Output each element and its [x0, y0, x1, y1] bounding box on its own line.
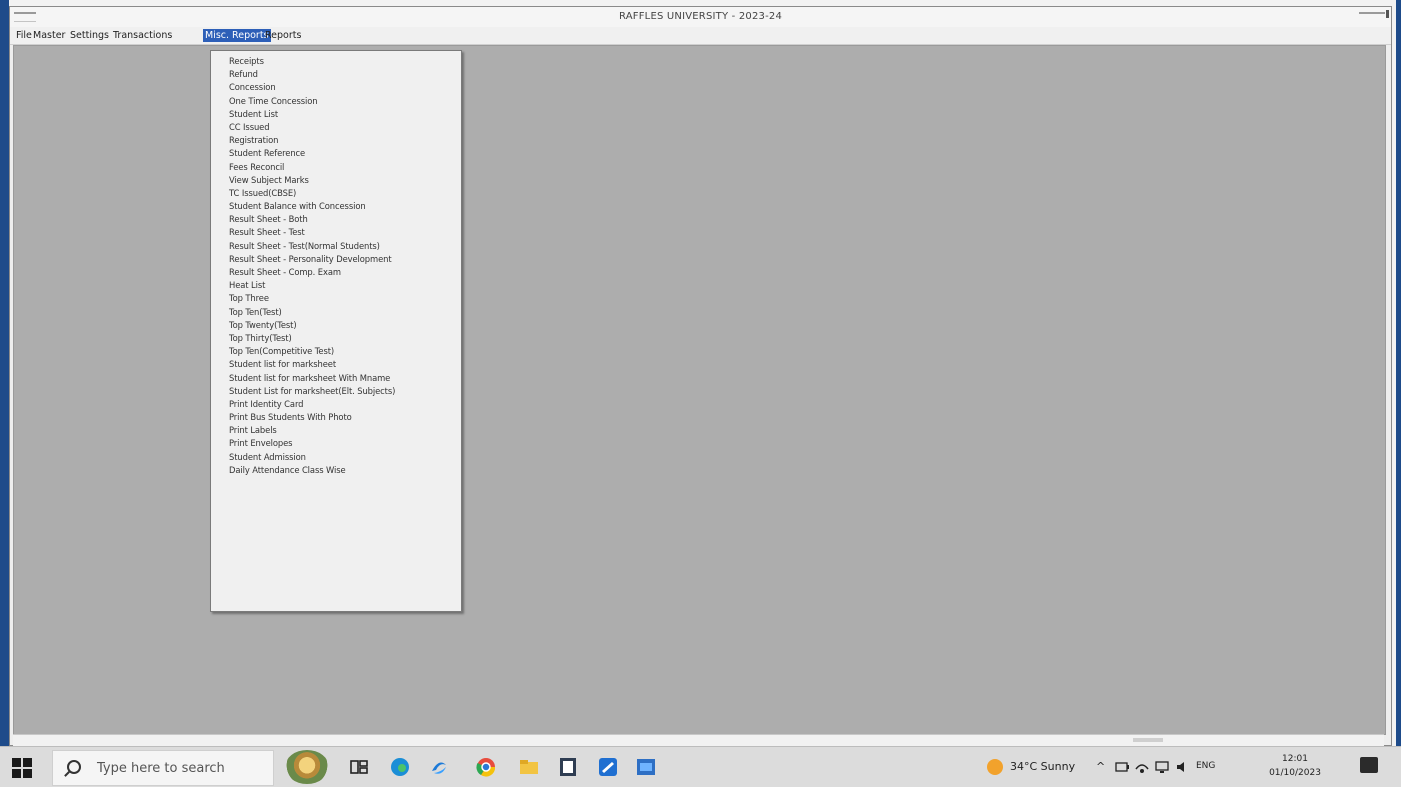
language-indicator[interactable]: ENG — [1196, 761, 1215, 771]
menu-item-print-identity-card[interactable]: Print Identity Card — [211, 398, 461, 411]
search-placeholder: Type here to search — [97, 761, 225, 776]
scrollbar-thumb[interactable] — [1133, 738, 1163, 742]
battery-icon[interactable] — [1114, 759, 1130, 775]
menu-item-registration[interactable]: Registration — [211, 134, 461, 147]
menu-item-result-sheet-comp[interactable]: Result Sheet - Comp. Exam — [211, 266, 461, 279]
menu-item-result-sheet-both[interactable]: Result Sheet - Both — [211, 213, 461, 226]
windows-start-icon[interactable] — [12, 758, 32, 778]
menu-item-view-subject-marks[interactable]: View Subject Marks — [211, 174, 461, 187]
menu-item-cc-issued[interactable]: CC Issued — [211, 121, 461, 134]
menu-item-print-bus-students[interactable]: Print Bus Students With Photo — [211, 411, 461, 424]
menu-item-refund[interactable]: Refund — [211, 68, 461, 81]
menu-item-one-time-concession[interactable]: One Time Concession — [211, 95, 461, 108]
weather-sun-icon[interactable] — [987, 759, 1003, 775]
menu-item-daily-attendance[interactable]: Daily Attendance Class Wise — [211, 464, 461, 477]
pen-app-icon[interactable] — [597, 756, 619, 778]
taskbar: Type here to search 34°C Sunny ^ ENG 12:… — [0, 746, 1401, 787]
menu-item-print-labels[interactable]: Print Labels — [211, 424, 461, 437]
menu-transactions[interactable]: Transactions — [111, 29, 174, 42]
search-icon — [67, 760, 81, 774]
desktop-edge-right — [1396, 0, 1401, 746]
running-app-icon[interactable] — [635, 756, 657, 778]
menu-item-top-twenty[interactable]: Top Twenty(Test) — [211, 319, 461, 332]
menu-bar: File Master Settings Transactions Misc. … — [10, 27, 1391, 45]
menu-settings[interactable]: Settings — [68, 29, 111, 42]
menu-item-student-admission[interactable]: Student Admission — [211, 451, 461, 464]
clock-date: 01/10/2023 — [1269, 768, 1321, 778]
menu-item-result-sheet-normal[interactable]: Result Sheet - Test(Normal Students) — [211, 240, 461, 253]
menu-item-student-list-marksheet-elt[interactable]: Student List for marksheet(Elt. Subjects… — [211, 385, 461, 398]
edge-browser-icon[interactable] — [389, 756, 411, 778]
system-clock[interactable]: 12:01 01/10/2023 — [1268, 752, 1322, 780]
search-highlight-icon[interactable] — [285, 750, 329, 784]
menu-item-tc-issued[interactable]: TC Issued(CBSE) — [211, 187, 461, 200]
menu-misc-reports[interactable]: Misc. Reports — [203, 29, 271, 42]
menu-item-student-reference[interactable]: Student Reference — [211, 147, 461, 160]
window-controls[interactable] — [1359, 10, 1389, 22]
menu-item-top-thirty[interactable]: Top Thirty(Test) — [211, 332, 461, 345]
taskbar-search-box[interactable]: Type here to search — [52, 750, 274, 786]
menu-item-top-three[interactable]: Top Three — [211, 292, 461, 305]
task-view-icon[interactable] — [348, 756, 370, 778]
document-app-icon[interactable] — [557, 756, 579, 778]
menu-item-student-balance[interactable]: Student Balance with Concession — [211, 200, 461, 213]
menu-item-receipts[interactable]: Receipts — [211, 55, 461, 68]
app-swirl-icon[interactable] — [428, 756, 450, 778]
menu-master[interactable]: Master — [31, 29, 67, 42]
file-explorer-icon[interactable] — [518, 756, 540, 778]
menu-item-fees-reconcil[interactable]: Fees Reconcil — [211, 161, 461, 174]
misc-reports-dropdown: Receipts Refund Concession One Time Conc… — [210, 50, 462, 612]
menu-item-concession[interactable]: Concession — [211, 81, 461, 94]
chevron-up-icon[interactable]: ^ — [1096, 760, 1105, 773]
menu-item-result-sheet-test[interactable]: Result Sheet - Test — [211, 226, 461, 239]
menu-item-result-sheet-personality[interactable]: Result Sheet - Personality Development — [211, 253, 461, 266]
chrome-icon[interactable] — [475, 756, 497, 778]
clock-time: 12:01 — [1282, 754, 1308, 764]
menu-item-top-ten[interactable]: Top Ten(Test) — [211, 306, 461, 319]
speaker-icon[interactable] — [1174, 759, 1190, 775]
weather-text[interactable]: 34°C Sunny — [1010, 760, 1075, 773]
desktop-edge-left — [0, 0, 9, 746]
menu-item-student-list[interactable]: Student List — [211, 108, 461, 121]
network-icon[interactable] — [1134, 759, 1150, 775]
title-bar[interactable]: RAFFLES UNIVERSITY - 2023-24 — [10, 7, 1391, 27]
window-title: RAFFLES UNIVERSITY - 2023-24 — [618, 11, 783, 22]
menu-reports[interactable]: Reports — [263, 29, 303, 42]
menu-item-print-envelopes[interactable]: Print Envelopes — [211, 437, 461, 450]
menu-item-student-list-marksheet-mname[interactable]: Student list for marksheet With Mname — [211, 372, 461, 385]
menu-item-heat-list[interactable]: Heat List — [211, 279, 461, 292]
display-icon[interactable] — [1154, 759, 1170, 775]
horizontal-scrollbar[interactable] — [13, 734, 1384, 746]
notifications-icon[interactable] — [1360, 757, 1378, 773]
menu-item-student-list-marksheet[interactable]: Student list for marksheet — [211, 358, 461, 371]
menu-item-top-ten-competitive[interactable]: Top Ten(Competitive Test) — [211, 345, 461, 358]
